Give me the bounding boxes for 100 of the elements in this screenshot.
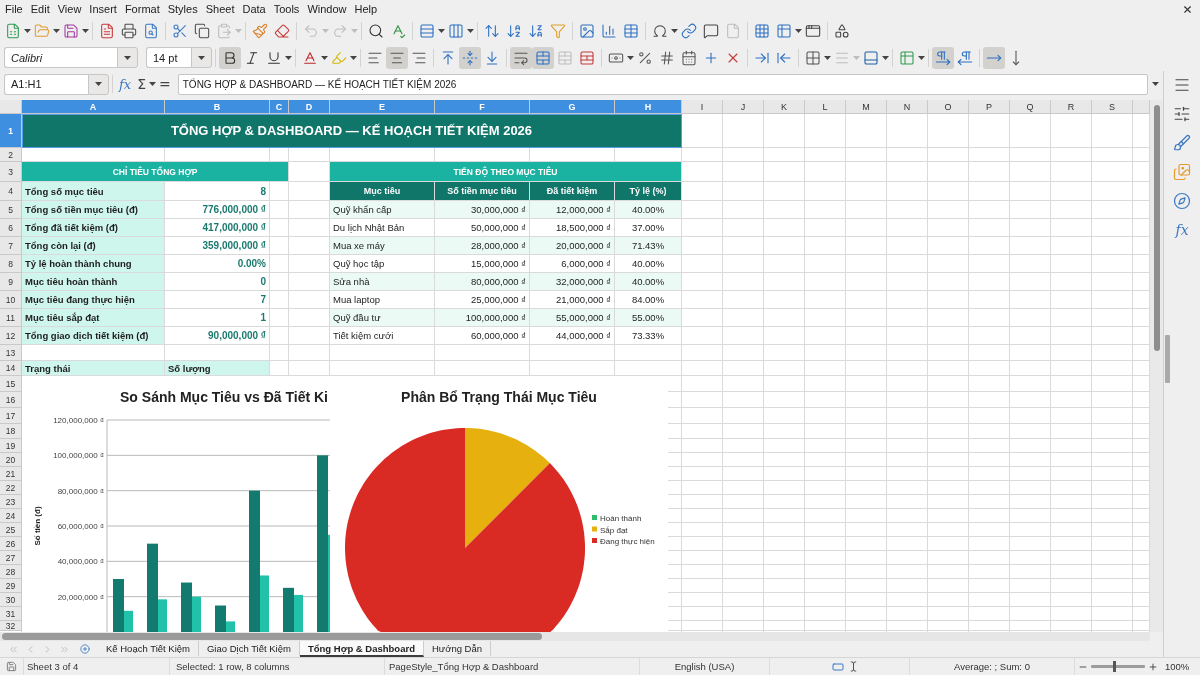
- column-header[interactable]: R: [1051, 100, 1092, 114]
- row-header[interactable]: 25: [0, 523, 22, 537]
- align-middle-button[interactable]: [459, 46, 481, 69]
- brush-icon[interactable]: [1173, 134, 1191, 152]
- column-header[interactable]: P: [969, 100, 1010, 114]
- align-center-button[interactable]: [386, 46, 408, 69]
- row-header[interactable]: 16: [0, 392, 22, 408]
- functions-button[interactable]: fx: [1175, 221, 1189, 239]
- wrap-text-button[interactable]: [510, 46, 532, 69]
- formula-input-field[interactable]: TỔNG HỢP & DASHBOARD — KẾ HOẠCH TIẾT KIỆM 2026: [177, 73, 1148, 95]
- images-icon[interactable]: [1173, 163, 1191, 181]
- column-header[interactable]: L: [805, 100, 846, 114]
- dropdown-button[interactable]: [117, 47, 138, 68]
- caret-icon[interactable]: [285, 55, 292, 60]
- bold-button[interactable]: [219, 46, 241, 69]
- column-header[interactable]: M: [846, 100, 887, 114]
- caret-icon[interactable]: [824, 55, 831, 60]
- horizontal-scrollbar[interactable]: [0, 632, 1150, 641]
- menu-item[interactable]: Tools: [269, 0, 304, 18]
- row-header[interactable]: 30: [0, 593, 22, 607]
- caret-icon[interactable]: [350, 55, 357, 60]
- font-name-field[interactable]: Calibri: [4, 47, 117, 68]
- font-size-field[interactable]: 14 pt: [146, 47, 191, 68]
- menu-item[interactable]: Window: [303, 0, 351, 18]
- row-header[interactable]: 20: [0, 453, 22, 467]
- caret-icon[interactable]: [82, 29, 89, 33]
- row-header[interactable]: 19: [0, 439, 22, 453]
- column-header[interactable]: S: [1092, 100, 1133, 114]
- row-header[interactable]: 11: [0, 309, 22, 327]
- caret-icon[interactable]: [321, 55, 328, 60]
- caret-icon[interactable]: [467, 29, 474, 33]
- row-header[interactable]: 2: [0, 148, 22, 162]
- sheet-tab[interactable]: Kế Hoạch Tiết Kiệm: [98, 641, 199, 657]
- row-header[interactable]: 32: [0, 621, 22, 631]
- sheet-tab[interactable]: Hướng Dẫn: [423, 641, 492, 657]
- caret-icon[interactable]: [198, 55, 205, 60]
- row-header[interactable]: 29: [0, 579, 22, 593]
- sidebar-handle[interactable]: [1165, 335, 1170, 383]
- row-header[interactable]: 17: [0, 408, 22, 424]
- row-header[interactable]: 8: [0, 255, 22, 273]
- save-icon[interactable]: [6, 661, 17, 672]
- column-header[interactable]: O: [928, 100, 969, 114]
- row-header[interactable]: 5: [0, 201, 22, 219]
- zoom-slider-thumb[interactable]: [1112, 661, 1116, 672]
- language-label[interactable]: English (USA): [674, 661, 735, 672]
- menu-item[interactable]: Insert: [85, 0, 121, 18]
- name-box-field[interactable]: A1:H1: [4, 73, 88, 95]
- row-header[interactable]: 10: [0, 291, 22, 309]
- menu-item[interactable]: Data: [238, 0, 270, 18]
- sheet-tab[interactable]: Giao Dịch Tiết Kiệm: [198, 641, 300, 657]
- caret-icon[interactable]: [24, 29, 31, 33]
- row-header[interactable]: 31: [0, 607, 22, 621]
- menu-icon[interactable]: [1173, 76, 1191, 94]
- row-header[interactable]: 24: [0, 509, 22, 523]
- caret-icon[interactable]: [918, 55, 925, 60]
- row-header[interactable]: 3: [0, 162, 22, 182]
- column-header[interactable]: Q: [1010, 100, 1051, 114]
- row-header[interactable]: 27: [0, 551, 22, 565]
- text-horizontal-button[interactable]: [983, 46, 1005, 69]
- row-header[interactable]: 14: [0, 361, 22, 376]
- caret-icon[interactable]: [124, 55, 131, 60]
- menu-item[interactable]: File: [1, 0, 27, 18]
- scrollbar-thumb[interactable]: [1153, 105, 1160, 351]
- row-header[interactable]: 18: [0, 424, 22, 439]
- row-header[interactable]: 26: [0, 537, 22, 551]
- row-header[interactable]: 21: [0, 467, 22, 481]
- row-header[interactable]: 7: [0, 237, 22, 255]
- sliders-icon[interactable]: [1173, 105, 1191, 123]
- caret-icon[interactable]: [882, 55, 889, 60]
- plus-circle-icon[interactable]: [80, 644, 90, 654]
- sum-button[interactable]: Σ: [134, 74, 149, 94]
- menu-item[interactable]: Edit: [26, 0, 54, 18]
- dropdown-button[interactable]: [191, 47, 212, 68]
- caret-icon[interactable]: [438, 29, 445, 33]
- column-header[interactable]: K: [764, 100, 805, 114]
- column-header[interactable]: N: [887, 100, 928, 114]
- caret-icon[interactable]: [95, 82, 102, 86]
- left-to-right-button[interactable]: [932, 46, 954, 69]
- row-header[interactable]: 12: [0, 327, 22, 345]
- menu-item[interactable]: Help: [350, 0, 382, 18]
- scrollbar-thumb[interactable]: [2, 633, 542, 640]
- row-header[interactable]: 28: [0, 565, 22, 579]
- zoom-level-label[interactable]: 100%: [1165, 661, 1190, 672]
- column-header[interactable]: J: [723, 100, 764, 114]
- formula-button[interactable]: =: [156, 74, 174, 94]
- column-header[interactable]: I: [682, 100, 723, 114]
- compass-icon[interactable]: [1173, 192, 1191, 210]
- row-header[interactable]: 22: [0, 481, 22, 495]
- text-cursor-icon[interactable]: [848, 661, 859, 672]
- menu-item[interactable]: Sheet: [201, 0, 239, 18]
- caret-icon[interactable]: [627, 55, 634, 60]
- row-header[interactable]: 15: [0, 376, 22, 392]
- caret-icon[interactable]: [671, 29, 678, 33]
- menu-item[interactable]: Styles: [163, 0, 202, 18]
- zoom-in-icon[interactable]: [1148, 661, 1158, 672]
- row-header[interactable]: 13: [0, 345, 22, 361]
- row-header[interactable]: 4: [0, 182, 22, 201]
- row-header[interactable]: 9: [0, 273, 22, 291]
- row-header[interactable]: 23: [0, 495, 22, 509]
- close-icon[interactable]: [1182, 3, 1193, 15]
